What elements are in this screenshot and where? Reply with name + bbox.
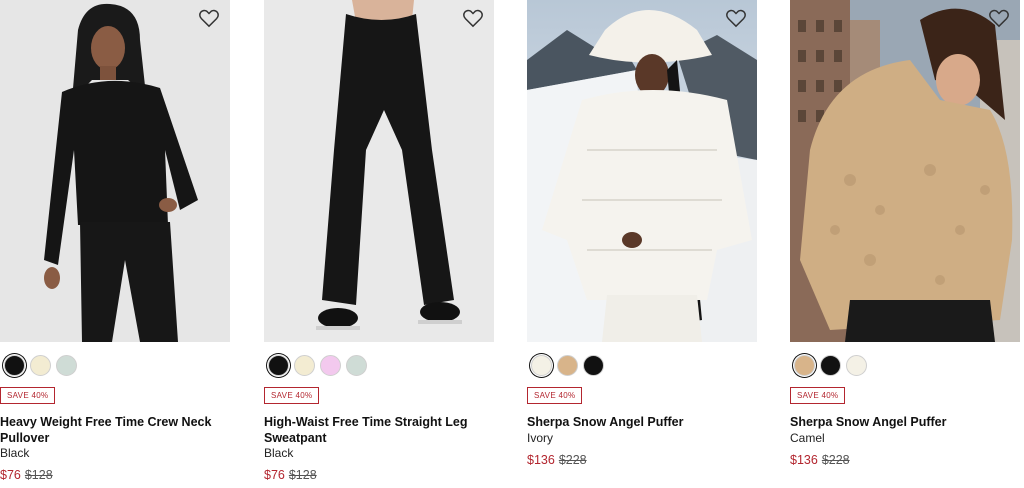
product-card[interactable]: SAVE 40% Sherpa Snow Angel Puffer Camel … [790,0,1020,488]
product-image[interactable] [264,0,494,342]
swatch-ivory[interactable] [846,354,867,376]
swatch-black[interactable] [583,354,604,376]
favorite-heart-icon[interactable] [988,8,1010,28]
color-swatches [531,353,609,377]
product-image[interactable] [527,0,757,342]
product-card[interactable]: SAVE 40% Heavy Weight Free Time Crew Nec… [0,0,230,488]
swatch-sage[interactable] [56,354,77,376]
product-photo-sweatpant [264,0,494,342]
sale-badge: SAVE 40% [790,387,846,404]
price-row: $136 $228 [790,452,850,468]
swatch-camel[interactable] [557,354,578,376]
product-name[interactable]: Sherpa Snow Angel Puffer [527,414,757,430]
product-photo-pullover [0,0,230,342]
original-price: $128 [24,468,53,482]
product-color: Black [264,446,294,460]
product-photo-ivory-puffer [527,0,757,342]
sale-badge: SAVE 40% [264,387,320,404]
swatch-black[interactable] [4,354,25,376]
favorite-heart-icon[interactable] [725,8,747,28]
price-row: $76 $128 [0,467,53,483]
product-color: Ivory [527,431,554,445]
swatch-sage[interactable] [346,354,367,376]
product-name[interactable]: Sherpa Snow Angel Puffer [790,414,1020,430]
product-card[interactable]: SAVE 40% Sherpa Snow Angel Puffer Ivory … [527,0,757,488]
sale-badge: SAVE 40% [527,387,583,404]
product-image[interactable] [790,0,1020,342]
swatch-black[interactable] [820,354,841,376]
color-swatches [268,353,372,377]
sale-price: $76 [0,468,21,482]
original-price: $228 [821,453,850,467]
price-row: $76 $128 [264,467,317,483]
color-swatches [4,353,82,377]
favorite-heart-icon[interactable] [198,8,220,28]
sale-price: $136 [527,453,555,467]
swatch-cream[interactable] [294,354,315,376]
favorite-heart-icon[interactable] [462,8,484,28]
swatch-black[interactable] [268,354,289,376]
product-image[interactable] [0,0,230,342]
product-name[interactable]: Heavy Weight Free Time Crew Neck Pullove… [0,414,230,446]
swatch-ivory[interactable] [531,354,552,376]
original-price: $128 [288,468,317,482]
sale-badge: SAVE 40% [0,387,56,404]
swatch-cream[interactable] [30,354,51,376]
product-card[interactable]: SAVE 40% High-Waist Free Time Straight L… [264,0,494,488]
swatch-camel[interactable] [794,354,815,376]
swatch-pink[interactable] [320,354,341,376]
price-row: $136 $228 [527,452,587,468]
sale-price: $76 [264,468,285,482]
color-swatches [794,353,872,377]
product-color: Black [0,446,30,460]
product-name[interactable]: High-Waist Free Time Straight Leg Sweatp… [264,414,494,446]
product-color: Camel [790,431,825,445]
sale-price: $136 [790,453,818,467]
original-price: $228 [558,453,587,467]
product-photo-camel-puffer [790,0,1020,342]
